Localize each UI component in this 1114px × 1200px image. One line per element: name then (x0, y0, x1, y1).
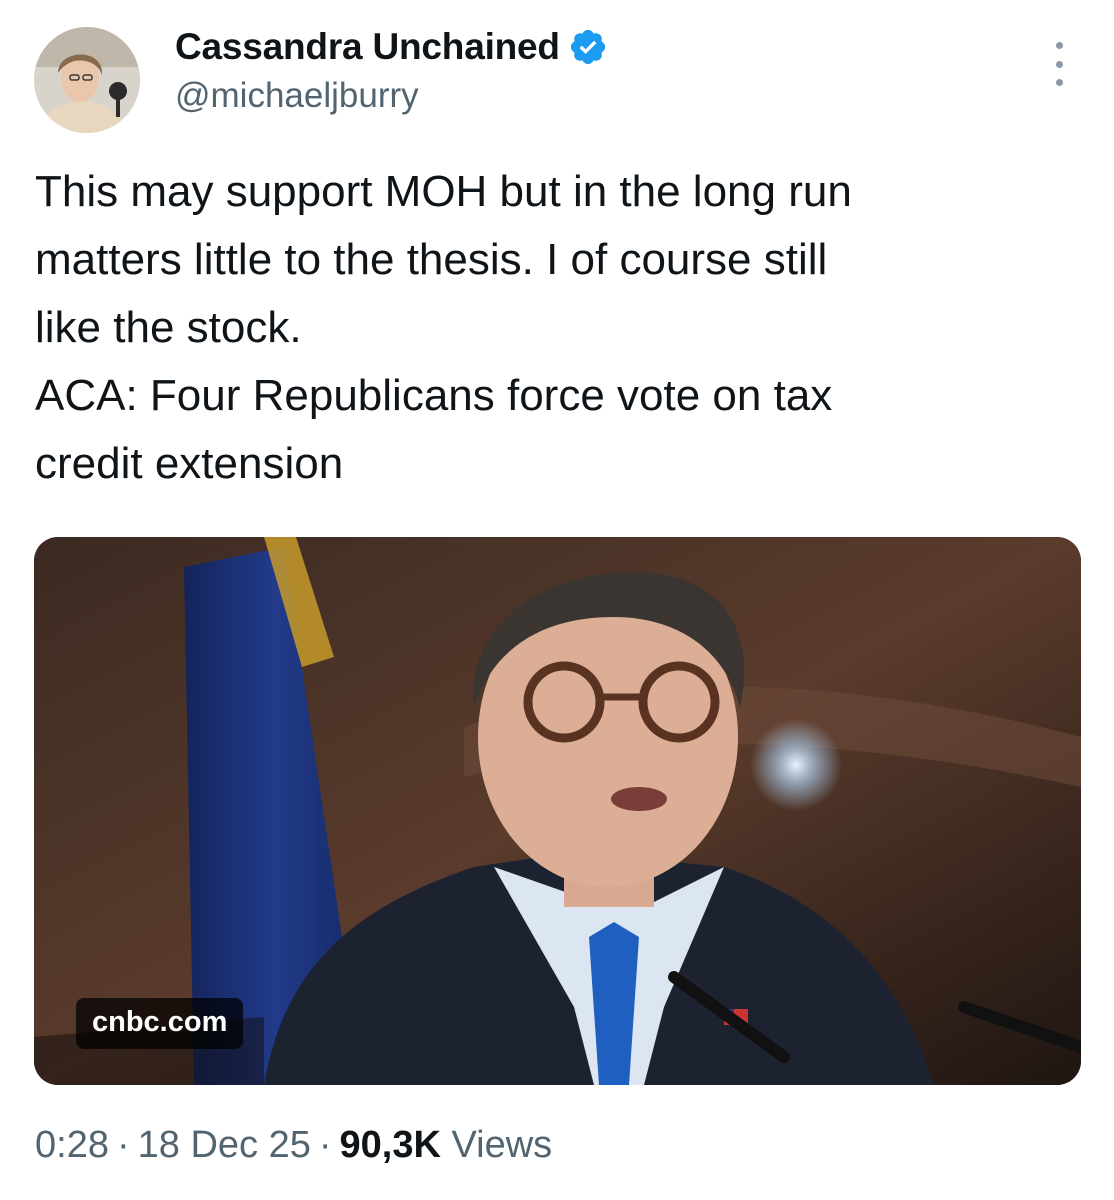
views-count[interactable]: 90,3K (340, 1124, 441, 1166)
avatar[interactable] (34, 27, 140, 133)
views-label: Views (451, 1124, 553, 1166)
author-row: Cassandra Unchained (175, 26, 608, 68)
verified-badge-icon (568, 27, 608, 67)
author-handle[interactable]: @michaeljburry (175, 76, 419, 116)
tweet-text-line: This may support MOH but in the long run (35, 167, 852, 216)
link-domain-label: cnbc.com (76, 998, 244, 1049)
author-display-name[interactable]: Cassandra Unchained (175, 26, 560, 68)
tweet-text: This may support MOH but in the long run… (35, 158, 1085, 498)
more-options-icon[interactable] (1046, 42, 1072, 86)
tweet-text-line: ACA: Four Republicans force vote on tax (35, 371, 833, 420)
tweet-text-line: matters little to the thesis. I of cours… (35, 235, 828, 284)
tweet-time[interactable]: 0:28 (35, 1124, 109, 1166)
tweet-date[interactable]: 18 Dec 25 (138, 1124, 311, 1166)
meta-separator: · (318, 1124, 332, 1166)
tweet-meta: 0:28 · 18 Dec 25 · 90,3K Views (35, 1124, 552, 1167)
tweet-text-line: credit extension (35, 439, 344, 488)
tweet-text-line: like the stock. (35, 303, 302, 352)
link-preview-card[interactable]: cnbc.com (34, 537, 1081, 1085)
profile-photo (34, 27, 140, 133)
meta-separator: · (116, 1124, 130, 1166)
